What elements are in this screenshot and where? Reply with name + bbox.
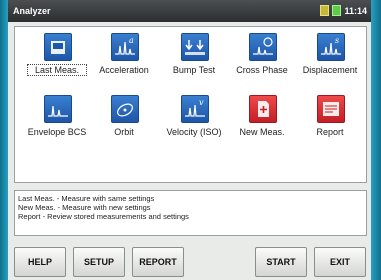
- window-title: Analyzer: [13, 6, 51, 16]
- velocity-icon: v: [181, 95, 209, 123]
- bump-test-icon: [181, 33, 209, 61]
- device-bezel-left: [0, 0, 8, 280]
- help-line: Report - Review stored measurements and …: [18, 212, 189, 221]
- analyzer-screen: Analyzer 11:14 Last Meas. a Acceleration…: [8, 0, 371, 280]
- tile-orbit[interactable]: Orbit: [91, 93, 157, 149]
- exit-button[interactable]: EXIT: [314, 247, 366, 277]
- acceleration-icon: a: [111, 33, 139, 61]
- svg-text:v: v: [199, 98, 204, 107]
- tile-label: Displacement: [302, 65, 358, 75]
- tile-label: Acceleration: [99, 65, 149, 75]
- tile-displacement[interactable]: s Displacement: [297, 31, 363, 87]
- device-bezel-right: [371, 0, 381, 280]
- storage-icon: [320, 5, 330, 16]
- tile-envelope-bcs[interactable]: Envelope BCS: [24, 93, 90, 149]
- tile-acceleration[interactable]: a Acceleration: [91, 31, 157, 87]
- softkey-bar: HELP SETUP REPORT START EXIT: [8, 244, 371, 280]
- tile-label: Last Meas.: [27, 64, 87, 76]
- measurement-grid: Last Meas. a Acceleration Bump Test Cros…: [14, 26, 367, 183]
- svg-text:s: s: [335, 36, 339, 45]
- title-bar: Analyzer 11:14: [8, 0, 371, 22]
- tile-label: Bump Test: [172, 65, 216, 75]
- tile-last-meas[interactable]: Last Meas.: [24, 31, 90, 87]
- tile-cross-phase[interactable]: Cross Phase: [229, 31, 295, 87]
- tile-bump-test[interactable]: Bump Test: [161, 31, 227, 87]
- start-button[interactable]: START: [255, 247, 307, 277]
- tile-label: Orbit: [114, 127, 134, 137]
- status-area: 11:14: [320, 5, 367, 16]
- new-measurement-icon: [249, 95, 277, 123]
- clock: 11:14: [344, 5, 367, 16]
- last-measurement-icon: [44, 33, 72, 61]
- help-line: Last Meas. - Measure with same settings: [18, 194, 155, 203]
- displacement-icon: s: [317, 33, 345, 61]
- setup-button[interactable]: SETUP: [73, 247, 125, 277]
- tile-label: New Meas.: [239, 127, 285, 137]
- tile-report[interactable]: Report: [297, 93, 363, 149]
- tile-new-meas[interactable]: New Meas.: [229, 93, 295, 149]
- orbit-icon: [111, 95, 139, 123]
- tile-label: Cross Phase: [236, 65, 288, 75]
- report-icon: [317, 95, 345, 123]
- envelope-icon: [44, 95, 72, 123]
- tile-label: Velocity (ISO): [166, 127, 222, 137]
- help-text-panel: Last Meas. - Measure with same settings …: [14, 190, 367, 236]
- svg-text:a: a: [129, 36, 134, 45]
- help-line: New Meas. - Measure with new settings: [18, 203, 151, 212]
- help-button[interactable]: HELP: [14, 247, 66, 277]
- tile-label: Envelope BCS: [27, 127, 87, 137]
- report-button[interactable]: REPORT: [132, 247, 184, 277]
- tile-velocity-iso[interactable]: v Velocity (ISO): [161, 93, 227, 149]
- tile-label: Report: [316, 127, 344, 137]
- cross-phase-icon: [249, 33, 277, 61]
- battery-icon: [332, 5, 342, 16]
